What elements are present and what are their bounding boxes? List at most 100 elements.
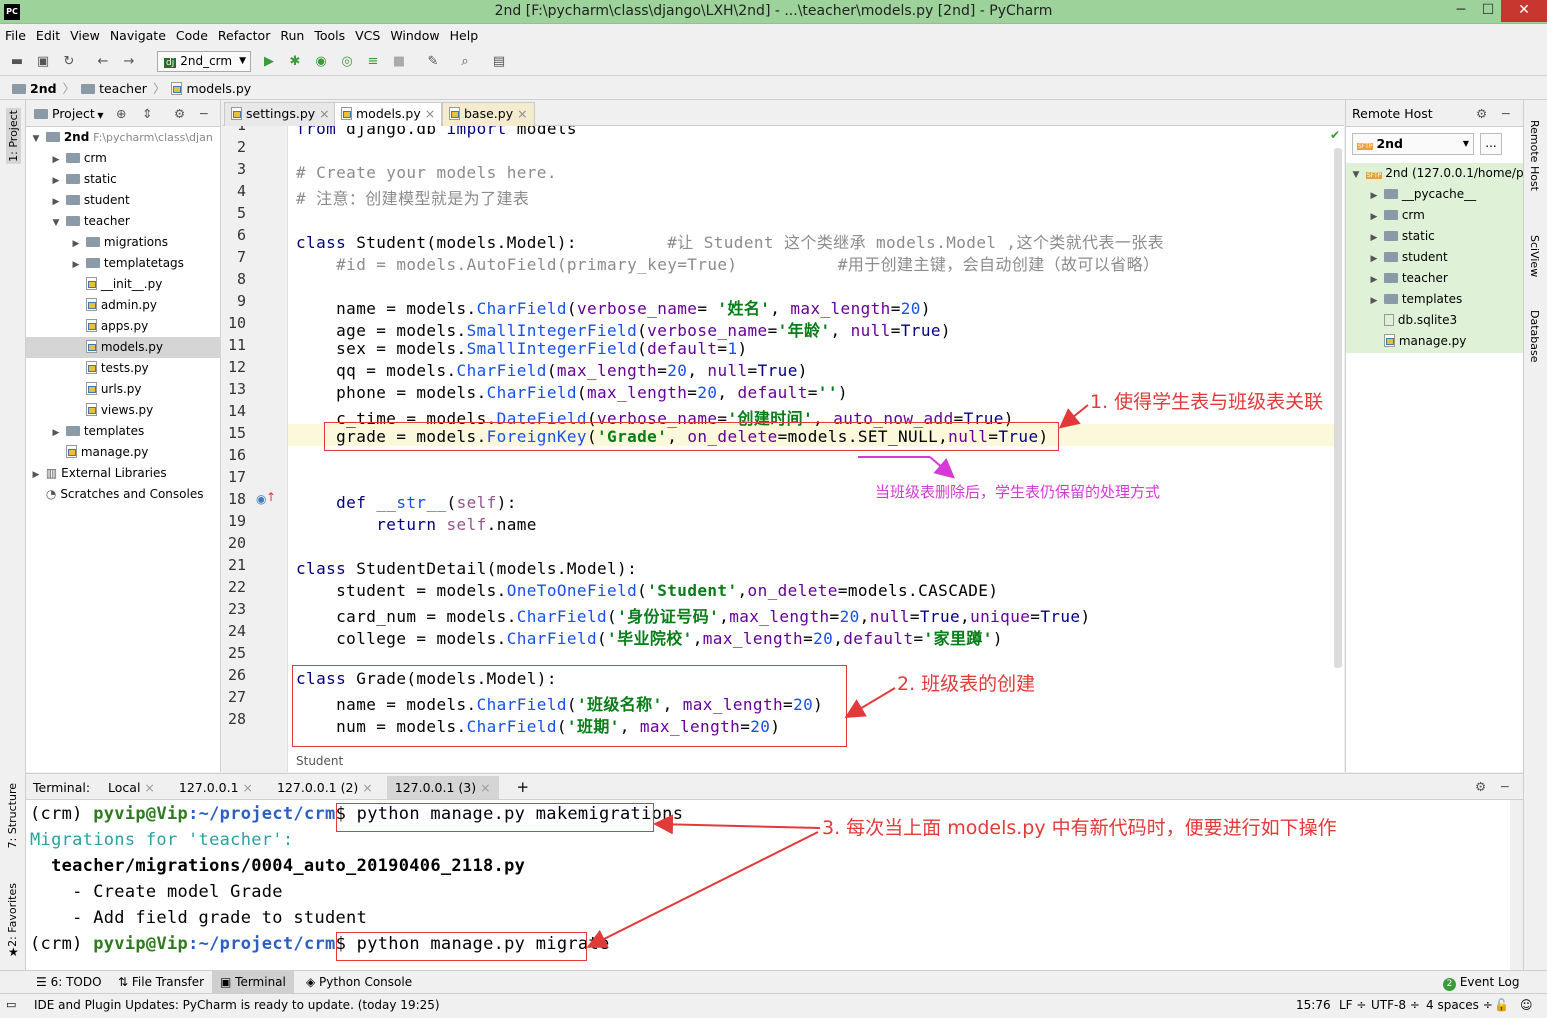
event-log-tab[interactable]: 2 Event Log — [1443, 971, 1519, 993]
sciview-tool-button[interactable]: SciView — [1528, 235, 1541, 277]
chevron-right-icon[interactable]: ▶ — [1368, 249, 1380, 270]
project-root[interactable]: ▼ 2nd F:\pycharm\class\djan — [26, 127, 221, 148]
project-tool-button[interactable]: 1: Project — [6, 108, 21, 164]
hide-icon[interactable]: ─ — [1501, 774, 1509, 800]
project-view-select[interactable]: Project — [52, 106, 95, 121]
chevron-right-icon[interactable]: ▶ — [1368, 270, 1380, 291]
caret-position[interactable]: 15:76 — [1296, 994, 1331, 1016]
tab-settings[interactable]: settings.py × — [224, 102, 337, 126]
remote-host-tool-button[interactable]: Remote Host — [1528, 120, 1541, 191]
chevron-right-icon[interactable]: ▶ — [70, 255, 82, 276]
back-icon[interactable]: ← — [94, 53, 112, 71]
override-marker-icon[interactable]: ◉ — [256, 492, 266, 506]
terminal-tab-3[interactable]: 127.0.0.1 (3) × — [386, 776, 499, 799]
server-select[interactable]: SFTP 2nd ▼ — [1352, 133, 1474, 155]
remote-item[interactable]: ▶ __pycache__ — [1346, 184, 1524, 205]
chevron-right-icon[interactable]: ▶ — [70, 234, 82, 255]
tree-item[interactable]: urls.py — [26, 379, 221, 400]
breadcrumb-teacher[interactable]: teacher — [99, 81, 147, 96]
menu-refactor[interactable]: Refactor — [213, 25, 275, 47]
terminal-tab-1[interactable]: 127.0.0.1 × — [179, 780, 253, 795]
tree-item[interactable]: ▶ templates — [26, 421, 221, 442]
tab-models[interactable]: models.py × — [334, 102, 443, 126]
database-tool-button[interactable]: Database — [1528, 310, 1541, 363]
remote-item[interactable]: ▶ templates — [1346, 289, 1524, 310]
chevron-right-icon[interactable]: ▶ — [30, 465, 42, 486]
gear-icon[interactable]: ⚙ — [174, 100, 185, 127]
stop-icon[interactable]: ■ — [390, 53, 408, 71]
chevron-right-icon[interactable]: ▶ — [50, 192, 62, 213]
menu-code[interactable]: Code — [171, 25, 213, 47]
run-icon[interactable]: ▶ — [260, 53, 278, 71]
terminal-tab-2[interactable]: 127.0.0.1 (2) × — [277, 780, 373, 795]
search-icon[interactable]: ⌕ — [456, 53, 474, 71]
remote-item[interactable]: db.sqlite3 — [1346, 310, 1524, 331]
tree-item[interactable]: ▶ migrations — [26, 232, 221, 253]
tree-item[interactable]: __init__.py — [26, 274, 221, 295]
remote-root[interactable]: ▼ SFTP 2nd (127.0.0.1/home/py — [1346, 163, 1531, 186]
external-libraries[interactable]: ▶ ▥ External Libraries — [26, 463, 221, 484]
collapse-icon[interactable]: ⇕ — [142, 100, 152, 127]
lock-icon[interactable]: 🔓 — [1494, 994, 1509, 1016]
line-separator[interactable]: LF ÷ — [1339, 994, 1366, 1016]
chevron-down-icon[interactable]: ▼ — [50, 213, 62, 234]
remote-item[interactable]: ▶ static — [1346, 226, 1524, 247]
menu-navigate[interactable]: Navigate — [105, 25, 171, 47]
close-tab-icon[interactable]: × — [517, 106, 527, 121]
open-folder-icon[interactable]: ▬ — [8, 53, 26, 71]
save-icon[interactable]: ▣ — [34, 53, 52, 71]
menu-file[interactable]: File — [0, 25, 31, 47]
close-tab-icon[interactable]: × — [425, 106, 435, 121]
coverage-icon[interactable]: ◉ — [312, 53, 330, 71]
file-transfer-tab[interactable]: ⇅ File Transfer — [118, 971, 204, 993]
tab-base[interactable]: base.py × — [442, 102, 535, 126]
new-tab-icon[interactable]: + — [517, 778, 530, 796]
inspector-icon[interactable]: ☺ — [1520, 994, 1533, 1016]
structure-tool-button[interactable]: 7: Structure — [6, 783, 19, 848]
favorites-tool-button[interactable]: 2: Favorites — [6, 883, 19, 947]
tree-item[interactable]: apps.py — [26, 316, 221, 337]
tree-item[interactable]: manage.py — [26, 442, 221, 463]
run-config-select[interactable]: dj 2nd_crm ▼ — [157, 51, 251, 72]
tree-item[interactable]: models.py — [26, 337, 221, 358]
tree-item[interactable]: ▼ teacher — [26, 211, 221, 232]
close-button[interactable]: ✕ — [1501, 0, 1547, 22]
chevron-down-icon[interactable]: ▼ — [30, 129, 42, 150]
minimize-button[interactable]: ─ — [1447, 0, 1475, 22]
gear-icon[interactable]: ⚙ — [1476, 100, 1487, 127]
browse-button[interactable]: ... — [1480, 133, 1502, 155]
concurrency-icon[interactable]: ≡ — [364, 53, 382, 71]
forward-icon[interactable]: → — [120, 53, 138, 71]
chevron-right-icon[interactable]: ▶ — [1368, 291, 1380, 312]
tree-item[interactable]: tests.py — [26, 358, 221, 379]
tree-item[interactable]: ▶ student — [26, 190, 221, 211]
remote-item[interactable]: ▶ crm — [1346, 205, 1524, 226]
menu-vcs[interactable]: VCS — [350, 25, 385, 47]
todo-tab[interactable]: ☰ 6: TODO — [36, 971, 102, 993]
tree-item[interactable]: ▶ static — [26, 169, 221, 190]
chevron-right-icon[interactable]: ▶ — [1368, 207, 1380, 228]
indent-setting[interactable]: 4 spaces ÷ — [1426, 994, 1493, 1016]
tree-item[interactable]: admin.py — [26, 295, 221, 316]
menu-run[interactable]: Run — [275, 25, 309, 47]
menu-tools[interactable]: Tools — [309, 25, 350, 47]
breadcrumb-root[interactable]: 2nd — [30, 81, 57, 96]
tree-item[interactable]: ▶ templatetags — [26, 253, 221, 274]
chevron-right-icon[interactable]: ▶ — [50, 423, 62, 444]
breadcrumb-file[interactable]: models.py — [186, 81, 251, 96]
menu-help[interactable]: Help — [445, 25, 484, 47]
terminal-tab-local[interactable]: Local × — [108, 780, 155, 795]
chevron-right-icon[interactable]: ▶ — [50, 171, 62, 192]
debug-icon[interactable]: ✱ — [286, 53, 304, 71]
locate-icon[interactable]: ⊕ — [116, 100, 126, 127]
terminal-tab[interactable]: ▣ Terminal — [212, 971, 294, 993]
tree-item[interactable]: ▶ crm — [26, 148, 221, 169]
editor-scrollbar[interactable] — [1334, 148, 1342, 668]
remote-item[interactable]: ▶ student — [1346, 247, 1524, 268]
file-encoding[interactable]: UTF-8 ÷ — [1371, 994, 1420, 1016]
remote-item[interactable]: ▶ teacher — [1346, 268, 1524, 289]
chevron-down-icon[interactable]: ▼ — [1350, 165, 1362, 186]
terminal-scrollbar[interactable] — [1510, 800, 1523, 970]
remote-item[interactable]: manage.py — [1346, 331, 1524, 352]
profile-icon[interactable]: ◎ — [338, 53, 356, 71]
